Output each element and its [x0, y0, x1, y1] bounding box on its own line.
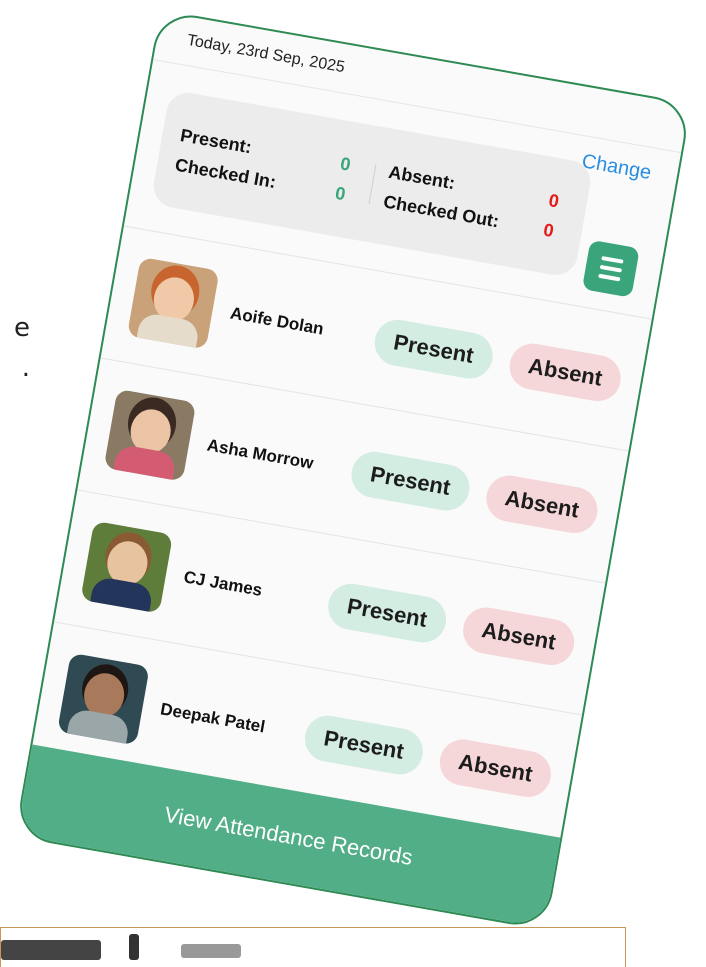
student-name: Asha Morrow: [205, 434, 315, 473]
change-date-link[interactable]: Change: [580, 150, 653, 185]
student-avatar: [103, 388, 197, 482]
absent-button[interactable]: Absent: [459, 603, 578, 669]
present-button[interactable]: Present: [324, 579, 450, 646]
today-date: Today, 23rd Sep, 2025: [185, 31, 346, 77]
blurred-element: [1, 940, 101, 960]
student-name: Aoife Dolan: [228, 302, 326, 339]
background-text-line: e: [14, 313, 30, 343]
present-button[interactable]: Present: [370, 315, 497, 382]
checked-out-count: 0: [541, 219, 556, 242]
background-partial-text: e .: [0, 308, 30, 388]
blurred-element: [129, 934, 139, 960]
absent-button[interactable]: Absent: [506, 339, 625, 405]
hamburger-menu-icon: [598, 273, 621, 282]
student-avatar: [126, 256, 220, 350]
student-avatar: [80, 520, 174, 614]
checked-in-count: 0: [333, 182, 347, 205]
absent-button[interactable]: Absent: [436, 735, 555, 801]
absent-button[interactable]: Absent: [482, 471, 602, 537]
hamburger-menu-icon: [599, 264, 623, 273]
present-button[interactable]: Present: [301, 711, 427, 778]
menu-button[interactable]: [581, 239, 640, 298]
background-cropped-panel: [0, 927, 626, 967]
phone-screen: Today, 23rd Sep, 2025 Change Present: Ch…: [14, 9, 692, 931]
student-avatar: [57, 652, 150, 745]
blurred-element: [181, 944, 241, 958]
present-button[interactable]: Present: [347, 447, 474, 514]
student-name: CJ James: [182, 566, 264, 600]
student-name: Deepak Patel: [159, 698, 267, 736]
hamburger-menu-icon: [601, 255, 624, 264]
summary-divider: [367, 164, 376, 204]
background-text-line: .: [21, 353, 30, 383]
